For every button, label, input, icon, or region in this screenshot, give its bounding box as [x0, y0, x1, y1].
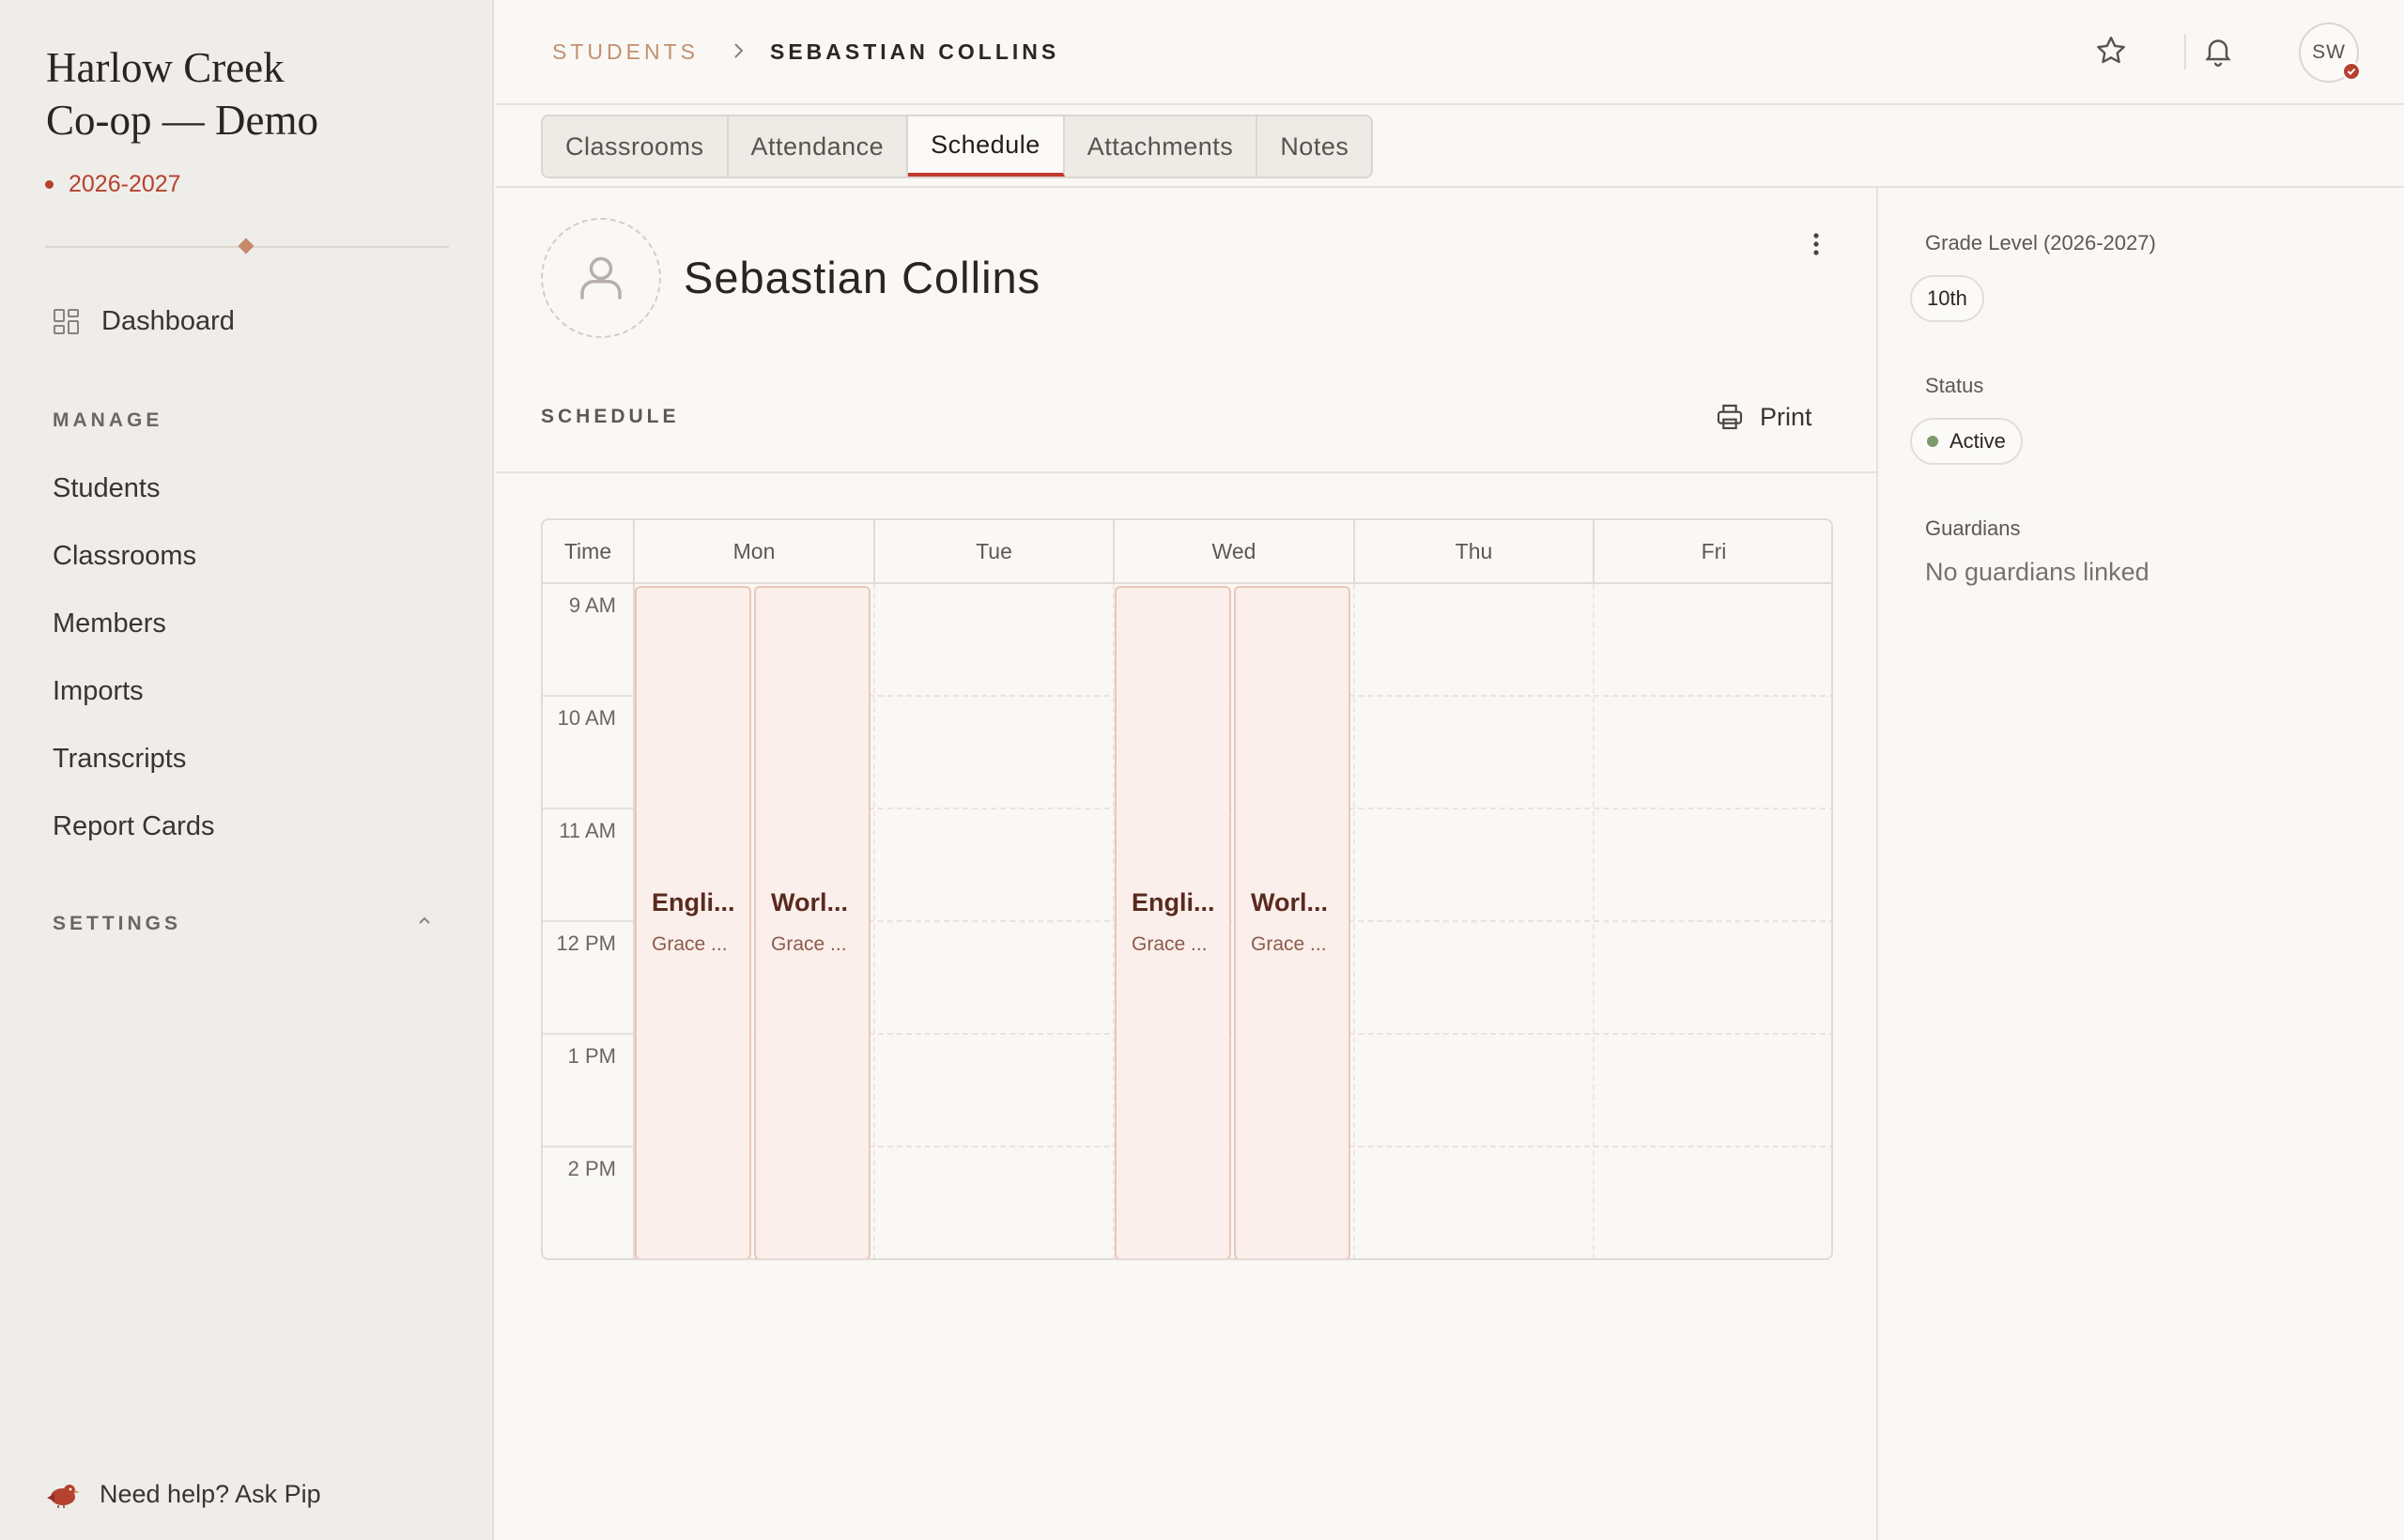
status-badge: Active: [1910, 418, 2023, 465]
help-link[interactable]: Need help? Ask Pip: [45, 1480, 321, 1509]
print-button[interactable]: Print: [1715, 402, 1812, 432]
tab-notes[interactable]: Notes: [1257, 116, 1371, 177]
tab-schedule[interactable]: Schedule: [908, 116, 1065, 177]
time-label: 12 PM: [556, 932, 616, 955]
printer-icon: [1717, 404, 1743, 430]
avatar-initials: SW: [2312, 41, 2346, 63]
user-icon: [580, 256, 622, 300]
event-teacher: Grace ...: [652, 933, 728, 955]
grid-col-line: [1593, 584, 1595, 1258]
tabs-divider: [496, 186, 2404, 188]
calendar-header: Time Mon Tue Wed Thu Fri: [543, 520, 1831, 584]
day-header-wed: Wed: [1113, 520, 1353, 582]
time-row-line: [543, 808, 633, 809]
tab-attendance[interactable]: Attendance: [729, 116, 909, 177]
time-column-header: Time: [563, 538, 612, 563]
verified-badge-icon: [2342, 62, 2361, 81]
year-dot-icon: [45, 180, 54, 189]
time-label: 10 AM: [557, 706, 616, 730]
grid-col-line: [1353, 584, 1355, 1258]
guardians-empty: No guardians linked: [1925, 558, 2150, 586]
schedule-divider: [496, 471, 1876, 473]
tab-classrooms[interactable]: Classrooms: [543, 116, 729, 177]
time-label: 11 AM: [559, 819, 616, 842]
bell-icon: [2205, 39, 2231, 67]
event-title: Worl...: [1251, 888, 1329, 916]
time-label: 1 PM: [567, 1044, 616, 1068]
student-avatar[interactable]: [541, 218, 661, 338]
time-row-line: [543, 695, 633, 697]
schedule-calendar: Time Mon Tue Wed Thu Fri 9 AM 10 AM 11 A…: [541, 518, 1833, 1260]
guardians-label: Guardians: [1925, 516, 2021, 540]
time-row-line: [543, 1033, 633, 1035]
breadcrumb-current: SEBASTIAN COLLINS: [770, 39, 1060, 64]
chevron-right-icon: [734, 43, 744, 58]
sidebar-item-members[interactable]: Members: [53, 608, 166, 639]
chevron-up-icon[interactable]: [417, 913, 432, 928]
day-header-mon: Mon: [633, 520, 873, 582]
time-row-line: [543, 1146, 633, 1147]
grade-level-badge: 10th: [1910, 275, 1984, 322]
star-icon: [2097, 37, 2125, 64]
dashboard-icon: [54, 308, 79, 334]
sidebar-item-report-cards[interactable]: Report Cards: [53, 811, 214, 842]
status-value: Active: [1949, 429, 2006, 453]
kebab-icon[interactable]: [1801, 229, 1831, 259]
details-divider: [1876, 186, 1878, 1540]
school-year-label: 2026-2027: [69, 171, 181, 197]
settings-heading[interactable]: SETTINGS: [53, 913, 181, 935]
event-teacher: Grace ...: [771, 933, 847, 955]
help-text: Need help? Ask Pip: [100, 1480, 321, 1508]
schedule-event[interactable]: Engli... Grace ...: [635, 586, 751, 1258]
status-label: Status: [1925, 374, 1984, 397]
favorite-button[interactable]: [2090, 30, 2132, 71]
sidebar-item-label: Dashboard: [101, 306, 235, 336]
event-teacher: Grace ...: [1132, 933, 1208, 955]
student-tabs: Classrooms Attendance Schedule Attachmen…: [541, 115, 1374, 178]
sidebar-item-imports[interactable]: Imports: [53, 676, 144, 707]
school-year-selector[interactable]: 2026-2027: [45, 171, 181, 198]
day-header-thu: Thu: [1353, 520, 1593, 582]
notifications-button[interactable]: [2197, 30, 2239, 71]
sidebar-item-classrooms[interactable]: Classrooms: [53, 541, 196, 572]
org-name-line2: Co-op — Demo: [46, 97, 318, 144]
event-title: Worl...: [771, 888, 849, 916]
sidebar-item-transcripts[interactable]: Transcripts: [53, 744, 186, 775]
schedule-event[interactable]: Engli... Grace ...: [1115, 586, 1231, 1258]
day-header-tue: Tue: [873, 520, 1113, 582]
event-title: Engli...: [652, 888, 735, 916]
manage-heading: MANAGE: [53, 409, 163, 431]
grade-level-label: Grade Level (2026-2027): [1925, 231, 2156, 254]
breadcrumb-students[interactable]: STUDENTS: [552, 39, 699, 65]
schedule-heading: SCHEDULE: [541, 406, 680, 427]
grade-level-value: 10th: [1927, 286, 1967, 310]
student-name: Sebastian Collins: [684, 253, 1041, 302]
time-row-line: [543, 920, 633, 922]
sidebar: Harlow Creek Co-op — Demo 2026-2027 Dash…: [0, 0, 494, 1540]
time-label: 2 PM: [567, 1157, 616, 1180]
sidebar-item-students[interactable]: Students: [53, 473, 160, 504]
schedule-event[interactable]: Worl... Grace ...: [1234, 586, 1350, 1258]
divider-diamond-icon: [238, 238, 254, 254]
org-name-line1: Harlow Creek: [46, 44, 285, 91]
time-label: 9 AM: [568, 593, 616, 617]
top-bar: STUDENTS SEBASTIAN COLLINS SW: [496, 0, 2404, 105]
day-header-fri: Fri: [1593, 520, 1831, 582]
event-teacher: Grace ...: [1251, 933, 1327, 955]
grid-col-line: [873, 584, 875, 1258]
event-title: Engli...: [1132, 888, 1215, 916]
org-name: Harlow Creek Co-op — Demo: [46, 41, 318, 146]
ask-pip-link[interactable]: Ask Pip: [235, 1480, 321, 1508]
status-dot-icon: [1927, 436, 1938, 447]
schedule-event[interactable]: Worl... Grace ...: [754, 586, 871, 1258]
header-separator: [2184, 34, 2186, 69]
tab-attachments[interactable]: Attachments: [1065, 116, 1258, 177]
sidebar-item-dashboard[interactable]: Dashboard: [53, 306, 235, 337]
print-label: Print: [1760, 402, 1812, 431]
user-avatar[interactable]: SW: [2299, 23, 2361, 83]
bird-icon: [47, 1484, 80, 1508]
